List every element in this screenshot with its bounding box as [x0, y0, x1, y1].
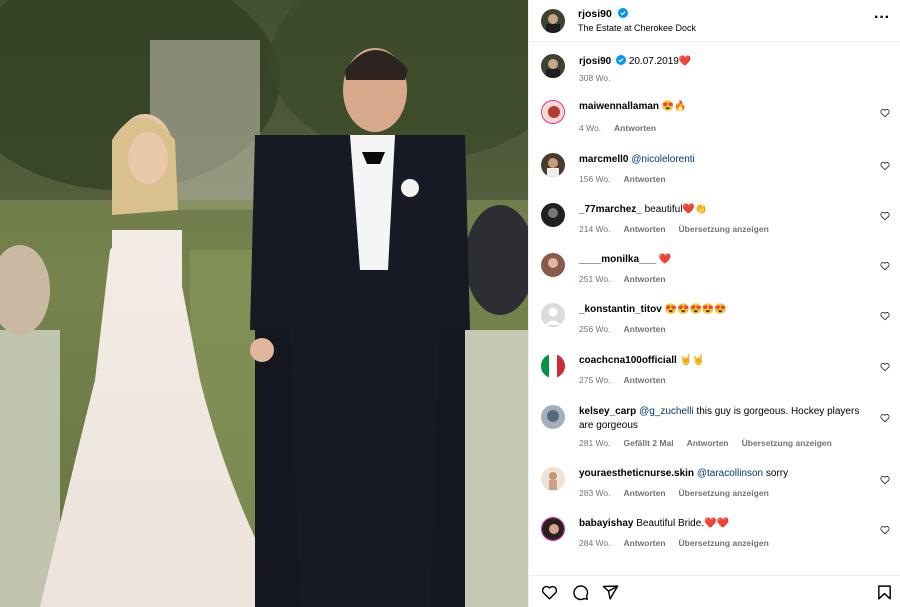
comment-mention[interactable]: @taracollinson — [697, 468, 763, 479]
caption-date: 20.07.2019 — [628, 56, 679, 67]
translate-button[interactable]: Übersetzung anzeigen — [679, 224, 769, 234]
comment-text: 🤘🤘 — [676, 355, 705, 366]
comment-time: 284 Wo. — [579, 538, 611, 548]
comment-time: 4 Wo. — [579, 123, 602, 133]
comment-username[interactable]: coachcna100officiall — [579, 355, 677, 366]
comment-avatar[interactable] — [541, 354, 565, 378]
comment-avatar[interactable] — [541, 203, 565, 227]
reply-button[interactable]: Antworten — [624, 324, 666, 334]
comment-text: sorry — [763, 468, 789, 479]
comment-username[interactable]: kelsey_carp — [579, 406, 636, 417]
comment-time: 256 Wo. — [579, 324, 611, 334]
comment-text: ❤️ — [655, 254, 671, 265]
comment-time: 281 Wo. — [579, 438, 611, 448]
bookmark-icon[interactable] — [876, 584, 893, 601]
comment-text: beautiful❤️👏 — [641, 204, 708, 215]
wedding-photo-image — [0, 0, 528, 607]
more-options-icon[interactable]: ··· — [874, 9, 890, 27]
like-comment-heart-icon[interactable] — [880, 413, 890, 423]
reply-button[interactable]: Antworten — [624, 375, 666, 385]
comment-likes-count[interactable]: Gefällt 2 Mal — [624, 438, 674, 448]
post-action-bar — [529, 575, 900, 607]
reply-button[interactable]: Antworten — [624, 174, 666, 184]
like-comment-heart-icon[interactable] — [880, 475, 890, 485]
post-header: rjosi90 The Estate at Cherokee Dock ··· — [529, 0, 900, 42]
comment-username[interactable]: maiwennallaman — [579, 101, 659, 112]
reply-button[interactable]: Antworten — [687, 438, 729, 448]
heart-icon[interactable] — [541, 584, 558, 601]
comment-text: 😍🔥 — [659, 101, 687, 112]
comment-time: 251 Wo. — [579, 274, 611, 284]
author-username[interactable]: rjosi90 — [578, 8, 612, 20]
comment-time: 214 Wo. — [579, 224, 611, 234]
comment-avatar[interactable] — [541, 253, 565, 277]
comment-username[interactable]: youraestheticnurse.skin — [579, 468, 694, 479]
share-icon[interactable] — [602, 584, 619, 601]
comment-icon[interactable] — [572, 584, 589, 601]
like-comment-heart-icon[interactable] — [880, 261, 890, 271]
post-side-panel: rjosi90 The Estate at Cherokee Dock ··· … — [528, 0, 900, 607]
reply-button[interactable]: Antworten — [614, 123, 656, 133]
verified-badge-icon — [616, 55, 627, 65]
comment-mention[interactable]: @nicolelorenti — [631, 154, 695, 165]
comment-avatar[interactable] — [541, 467, 565, 491]
comment-username[interactable]: marcmell0 — [579, 154, 628, 165]
comment-username[interactable]: _77marchez_ — [579, 204, 642, 215]
translate-button[interactable]: Übersetzung anzeigen — [679, 488, 769, 498]
comment-avatar[interactable] — [541, 405, 565, 429]
like-comment-heart-icon[interactable] — [880, 362, 890, 372]
comment-username[interactable]: babayishay — [579, 518, 633, 529]
reply-button[interactable]: Antworten — [624, 488, 666, 498]
comment-username[interactable]: ____monilka___ — [579, 254, 656, 265]
post-location[interactable]: The Estate at Cherokee Dock — [578, 21, 696, 35]
reply-button[interactable]: Antworten — [624, 274, 666, 284]
caption-username[interactable]: rjosi90 — [579, 56, 611, 67]
caption-avatar[interactable] — [541, 54, 565, 78]
reply-button[interactable]: Antworten — [624, 538, 666, 548]
translate-button[interactable]: Übersetzung anzeigen — [742, 438, 832, 448]
comment-time: 156 Wo. — [579, 174, 611, 184]
like-comment-heart-icon[interactable] — [880, 161, 890, 171]
comment-text: 😍😍😍😍😍 — [661, 304, 727, 315]
verified-badge-icon — [618, 8, 629, 18]
like-comment-heart-icon[interactable] — [880, 525, 890, 535]
comment-avatar[interactable] — [541, 303, 565, 327]
comment-username[interactable]: _konstantin_titov — [579, 304, 662, 315]
reply-button[interactable]: Antworten — [624, 224, 666, 234]
comment-text: Beautiful Bride.❤️❤️ — [633, 518, 729, 529]
caption-time: 308 Wo. — [579, 73, 611, 83]
caption-emoji: ❤️ — [678, 56, 692, 67]
comment-avatar[interactable] — [541, 153, 565, 177]
post-photo[interactable] — [0, 0, 528, 607]
like-comment-heart-icon[interactable] — [880, 311, 890, 321]
author-avatar[interactable] — [541, 8, 565, 33]
comment-avatar[interactable] — [541, 100, 565, 124]
comment-time: 275 Wo. — [579, 375, 611, 385]
comment-mention[interactable]: @g_zuchelli — [639, 406, 694, 417]
translate-button[interactable]: Übersetzung anzeigen — [679, 538, 769, 548]
comment-avatar[interactable] — [541, 517, 565, 541]
comment-time: 283 Wo. — [579, 488, 611, 498]
like-comment-heart-icon[interactable] — [880, 211, 890, 221]
like-comment-heart-icon[interactable] — [880, 108, 890, 118]
